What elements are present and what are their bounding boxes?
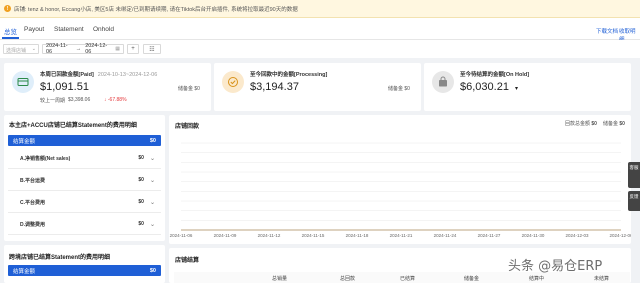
col-unsettled[interactable]: 未结算 [594,275,609,282]
col-settled[interactable]: 已结算 [400,275,415,282]
col-total-payout[interactable]: 总回款 [340,275,355,282]
statement-row-adjustment[interactable]: D.调整费用 $0 ⌄ [8,214,161,235]
watermark: 头条 @易仓ERP [508,259,603,274]
filter-toolbar: 选择店铺 ⌄ 2024-11-06 → 2024-12-06 ▦ + ☷ [0,40,640,58]
x-tick-label: 2024-11-09 [214,233,237,238]
paid-label: 本周已回款金额[Paid] 2024-10-13~2024-12-06 [40,72,158,78]
date-range-picker[interactable]: 2024-11-06 → 2024-12-06 ▦ [42,43,124,55]
add-button[interactable]: + [127,44,139,54]
store-select-placeholder: 选择店铺 [6,48,27,54]
cross-border-panel: 跨境店铺已结算Statement的费用明细 结算金额 $0 [4,245,165,283]
compare-value: $3,398.06 [68,97,91,103]
statement-total-label: 结算金额 [13,138,36,145]
onhold-label: 至今待结算的金额[On Hold] [460,72,530,78]
paid-stat-card: 本周已回款金额[Paid] 2024-10-13~2024-12-06 $1,09… [4,63,211,111]
chevron-down-icon: ⌄ [149,199,155,206]
tab-bar: 总览 Payout Statement Onhold 下载文档 收取明细 [0,18,640,43]
paid-reserve: 储备金 $0 [178,86,200,92]
processing-value: $3,194.37 [250,81,299,93]
date-end: 2024-12-06 [85,43,108,55]
cross-panel-title: 跨境店铺已结算Statement的费用明细 [9,255,111,261]
chevron-down-icon: ⌄ [149,177,155,184]
statement-panel: 本主店+ACCU店铺已结算Statement的费用明细 结算金额 $0 A.净销… [4,115,165,241]
x-tick-label: 2024-11-18 [346,233,369,238]
trend-chart: 2024-11-06 2024-11-09 2024-11-12 2024-11-15… [170,142,631,238]
store-select[interactable]: 选择店铺 ⌄ [3,44,39,54]
statement-row-shipping[interactable]: B.平台运费 $0 ⌄ [8,170,161,191]
onhold-value: $6,030.21 ▾ [460,81,519,93]
processing-stat-card: 至今回款中的金额[Processing] $3,194.37 储备金 $0 [214,63,421,111]
col-reserve[interactable]: 储备金 [464,275,479,282]
date-separator: → [75,46,82,52]
x-tick-label: 2024-11-06 [170,233,193,238]
cross-total-label: 结算金额 [13,268,36,275]
payment-card-icon [12,71,34,93]
paid-value: $1,091.51 [40,81,89,93]
x-tick-label: 2024-11-15 [302,233,325,238]
statement-total-bar: 结算金额 $0 [8,135,161,146]
col-total-sales[interactable]: 总销量 [272,275,287,282]
tab-overview[interactable]: 总览 [2,26,19,39]
download-doc-link[interactable]: 下载文档 [596,27,618,35]
x-tick-label: 2024-11-24 [434,233,457,238]
cross-total-bar: 结算金额 $0 [8,265,161,276]
check-clock-icon [222,71,244,93]
bag-icon [432,71,454,93]
statement-row-platform-fee[interactable]: C.平台费用 $0 ⌄ [8,192,161,213]
statement-total-value: $0 [149,137,156,144]
chevron-down-icon: ⌄ [31,46,36,52]
customer-service-button[interactable]: 客服 [628,162,640,188]
x-tick-label: 2024-11-27 [478,233,501,238]
statement-panel-title: 本主店+ACCU店铺已结算Statement的费用明细 [9,123,137,129]
x-tick-label: 2024-12-03 [565,233,589,238]
notice-text: 店铺: tenz & honor, Eccang小店, 美区5店 未绑定/已到期… [14,6,298,13]
processing-reserve: 储备金 $0 [388,86,410,92]
paid-date-range: 2024-10-13~2024-12-06 [97,72,158,78]
compare-change: ↓ -67.88% [104,97,127,103]
grid-view-button[interactable]: ☷ [143,44,161,54]
statement-row-net-sales[interactable]: A.净销售额(Net sales) $0 ⌄ [8,148,161,169]
cross-total-value: $0 [149,267,156,274]
x-tick-label: 2024-12-06 [609,233,631,238]
feedback-button[interactable]: 反馈 [628,191,640,211]
tab-statement[interactable]: Statement [54,26,84,33]
tab-onhold[interactable]: Onhold [93,26,114,33]
chevron-down-icon: ⌄ [149,155,155,162]
caret-down-icon[interactable]: ▾ [515,86,518,92]
tab-payout[interactable]: Payout [24,26,44,33]
calendar-icon: ▦ [115,46,120,52]
date-start: 2024-11-06 [46,43,68,55]
trend-chart-card: 店铺回款 回款总金额 $0 储备金 $0 2024-11-06 2024-11-0… [169,115,631,244]
col-processing[interactable]: 结算中 [529,275,544,282]
compare-label: 较上一周期 [40,98,66,104]
processing-label: 至今回款中的金额[Processing] [250,72,328,78]
x-tick-label: 2024-11-12 [258,233,281,238]
notice-bar: ! 店铺: tenz & honor, Eccang小店, 美区5店 未绑定/已… [0,0,640,18]
warning-icon: ! [4,5,11,12]
store-table-title: 店铺结算 [175,258,200,264]
onhold-stat-card: 至今待结算的金额[On Hold] $6,030.21 ▾ [424,63,631,111]
x-tick-label: 2024-11-21 [390,233,413,238]
x-tick-label: 2024-11-30 [522,233,545,238]
chevron-down-icon: ⌄ [149,221,155,228]
